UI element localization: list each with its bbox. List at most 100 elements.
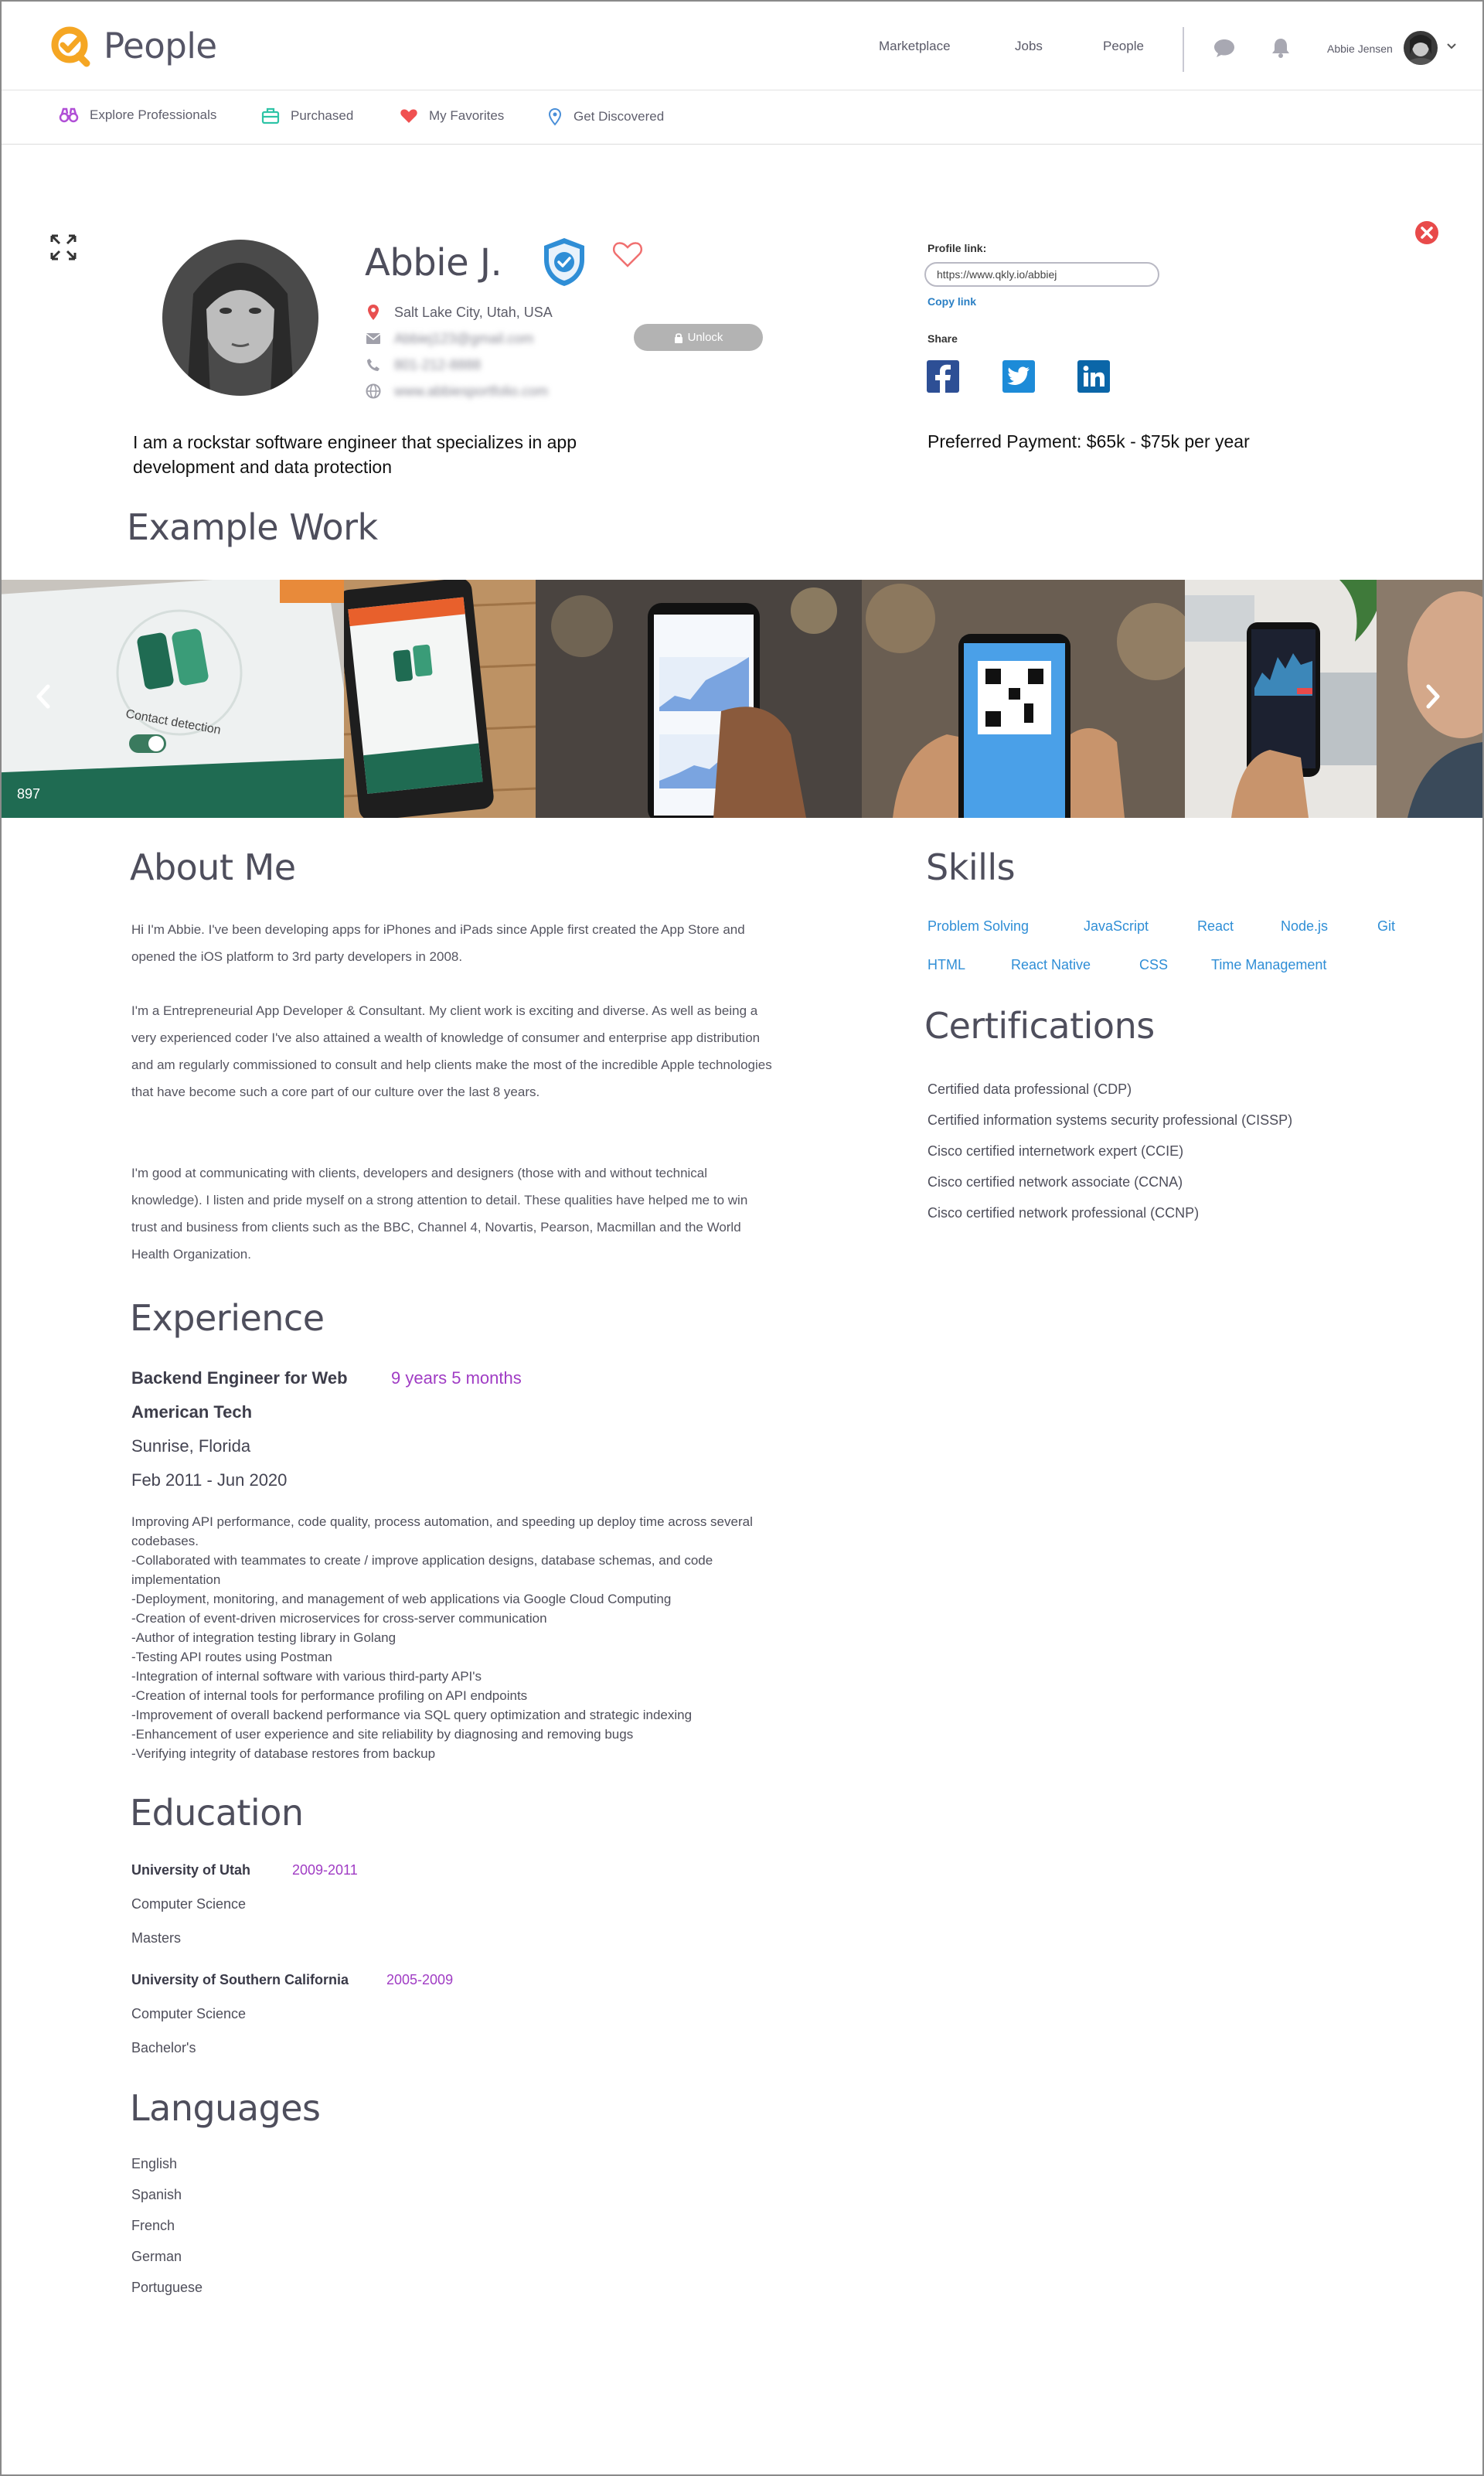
gallery-prev-arrow-icon[interactable] (32, 682, 56, 711)
certification-item: Cisco certified network associate (CCNA) (928, 1174, 1183, 1190)
certification-item: Cisco certified network professional (CC… (928, 1205, 1200, 1221)
subnav-label: My Favorites (429, 108, 505, 123)
about-paragraph: I'm good at communicating with clients, … (131, 1166, 748, 1262)
phone-text: 801-212-8888 (394, 356, 482, 373)
svg-text:897: 897 (17, 786, 40, 802)
experience-line: -Improvement of overall backend performa… (131, 1708, 693, 1722)
expand-icon[interactable] (49, 233, 77, 261)
gallery-image (1185, 580, 1377, 818)
website-row: www.abbiesportfolio.com (365, 383, 548, 400)
education-school: University of Utah (131, 1862, 251, 1878)
nav-marketplace[interactable]: Marketplace (879, 39, 951, 54)
subnav-label: Purchased (291, 108, 354, 123)
close-icon[interactable] (1414, 220, 1440, 246)
heart-icon (400, 109, 417, 123)
brand-logo[interactable]: People (49, 23, 217, 68)
unlock-button[interactable]: Unlock (634, 324, 763, 351)
about-me-title: About Me (130, 846, 296, 888)
skill-tag[interactable]: Time Management (1211, 957, 1326, 973)
email-text: Abbiej123@gmail.com (394, 330, 534, 346)
location-pin-icon (368, 305, 379, 320)
gallery-image-chart-app[interactable] (536, 580, 862, 818)
subnav-purchased[interactable]: Purchased (261, 107, 353, 124)
language-item: Spanish (131, 2187, 182, 2202)
envelope-icon (366, 333, 381, 344)
profile-tagline: I am a rockstar software engineer that s… (133, 432, 577, 477)
experience-line: Improving API performance, code quality,… (131, 1514, 753, 1548)
skill-tag[interactable]: React Native (1011, 957, 1091, 973)
chevron-down-icon[interactable] (1445, 40, 1458, 53)
profile-name: Abbie J. (365, 241, 502, 284)
website-text: www.abbiesportfolio.com (394, 383, 549, 399)
phone-row: 801-212-8888 (365, 356, 481, 373)
lock-icon (674, 332, 682, 343)
location-pin-icon (548, 107, 562, 126)
twitter-share-button[interactable] (1002, 360, 1035, 393)
skill-tag[interactable]: HTML (928, 957, 965, 973)
gallery-image-dashboard-app[interactable] (1185, 580, 1377, 818)
phone-icon (367, 359, 380, 371)
avatar-image (1404, 31, 1438, 65)
user-name[interactable]: Abbie Jensen (1327, 43, 1393, 55)
skill-tag[interactable]: CSS (1139, 957, 1168, 973)
experience-duration: 9 years 5 months (391, 1368, 522, 1388)
location-text: Salt Lake City, Utah, USA (394, 304, 553, 320)
experience-line: -Testing API routes using Postman (131, 1650, 332, 1664)
education-field: Computer Science (131, 2006, 247, 2021)
experience-title: Experience (130, 1297, 325, 1339)
subnav-get-discovered[interactable]: Get Discovered (547, 107, 664, 126)
experience-line: -Collaborated with teammates to create /… (131, 1553, 713, 1587)
profile-photo (162, 240, 318, 396)
experience-line: -Deployment, monitoring, and management … (131, 1592, 672, 1606)
profile-portrait-image (162, 240, 318, 396)
experience-line: -Creation of internal tools for performa… (131, 1688, 528, 1703)
experience-line: -Author of integration testing library i… (131, 1630, 397, 1645)
sub-navigation: Explore Professionals Purchased My Favor… (2, 90, 1482, 145)
experience-company: American Tech (131, 1402, 253, 1422)
skill-tag[interactable]: Git (1377, 918, 1395, 935)
gallery-image-qr-app[interactable] (862, 580, 1185, 818)
experience-location: Sunrise, Florida (131, 1436, 251, 1456)
nav-people[interactable]: People (1103, 39, 1144, 54)
subnav-label: Explore Professionals (90, 107, 217, 122)
user-avatar[interactable] (1404, 31, 1438, 65)
experience-line: -Verifying integrity of database restore… (131, 1746, 436, 1761)
share-label: Share (928, 332, 958, 345)
email-row: Abbiej123@gmail.com (365, 330, 533, 347)
profile-link-field[interactable] (924, 262, 1159, 287)
linkedin-icon (1083, 366, 1104, 387)
gallery-image (344, 580, 536, 818)
example-work-gallery[interactable]: Contact detection 897 (2, 580, 1482, 818)
copy-link[interactable]: Copy link (928, 295, 976, 308)
profile-link-label: Profile link: (928, 242, 987, 254)
skill-tag[interactable]: JavaScript (1084, 918, 1149, 935)
skills-title: Skills (926, 846, 1016, 888)
facebook-share-button[interactable] (927, 360, 959, 393)
header-divider (1183, 27, 1184, 72)
example-work-title: Example Work (127, 506, 378, 548)
subnav-label: Get Discovered (574, 109, 665, 124)
linkedin-share-button[interactable] (1077, 360, 1110, 393)
bell-icon[interactable] (1269, 37, 1292, 59)
experience-line: -Creation of event-driven microservices … (131, 1611, 547, 1626)
favorite-heart-icon[interactable] (612, 240, 643, 269)
binoculars-icon (59, 107, 79, 123)
subnav-explore-professionals[interactable]: Explore Professionals (59, 107, 216, 123)
education-degree: Bachelor's (131, 2040, 196, 2055)
experience-line: -Integration of internal software with v… (131, 1669, 482, 1684)
skill-tag[interactable]: Problem Solving (928, 918, 1029, 935)
gallery-next-arrow-icon[interactable] (1421, 682, 1444, 711)
preferred-payment: Preferred Payment: $65k - $75k per year (928, 431, 1250, 451)
unlock-label: Unlock (687, 331, 723, 344)
certification-item: Certified information systems security p… (928, 1112, 1293, 1128)
education-degree: Masters (131, 1930, 182, 1946)
skill-tag[interactable]: React (1197, 918, 1234, 935)
skill-tag[interactable]: Node.js (1281, 918, 1328, 935)
chat-icon[interactable] (1213, 37, 1236, 59)
location-row: Salt Lake City, Utah, USA (365, 304, 553, 321)
gallery-image-phone-app[interactable] (344, 580, 536, 818)
nav-jobs[interactable]: Jobs (1015, 39, 1043, 54)
about-paragraph: Hi I'm Abbie. I've been developing apps … (131, 922, 745, 964)
subnav-my-favorites[interactable]: My Favorites (400, 107, 504, 124)
globe-icon (366, 383, 381, 399)
